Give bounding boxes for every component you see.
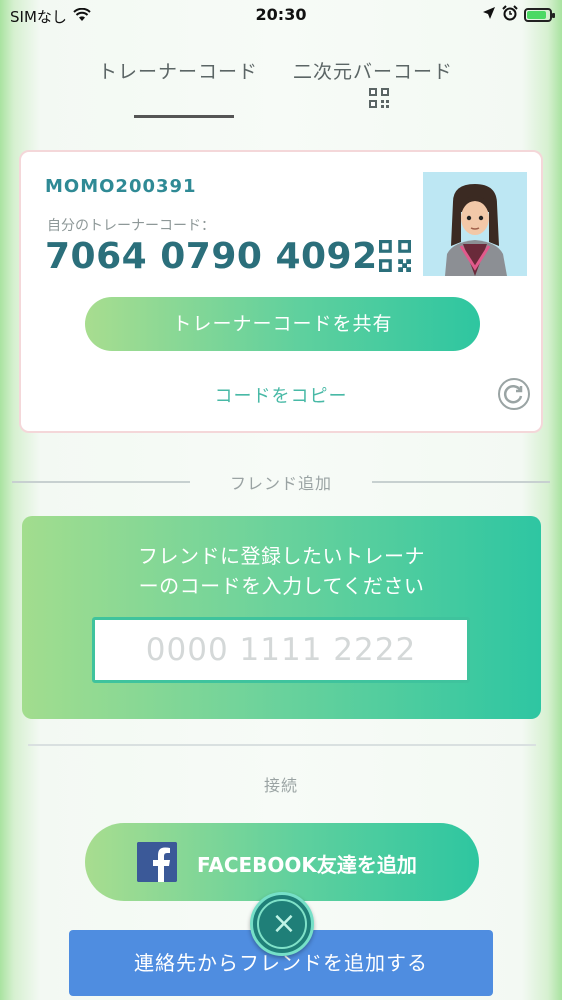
add-friend-prompt-line1: フレンドに登録したいトレーナ [138,544,425,568]
trainer-card: MOMO200391 自分のトレーナーコード： 7064 0790 4092 ト… [19,150,543,433]
trainer-avatar [423,172,527,276]
tab-trainer-code[interactable]: トレーナーコード [98,57,258,84]
trainer-code-label: 自分のトレーナーコード： [47,218,215,234]
add-facebook-friends-button[interactable]: FACEBOOK友達を追加 [85,823,479,901]
battery-icon [524,8,555,22]
connect-section-title: 接続 [263,776,298,795]
share-trainer-code-button[interactable]: トレーナーコードを共有 [85,297,480,351]
clock: 20:30 [255,5,307,24]
qr-code-icon[interactable] [379,240,411,276]
close-button[interactable]: × [250,892,314,956]
status-bar: SIMなし 20:30 [0,0,562,30]
alarm-clock-icon [502,5,518,25]
facebook-icon [137,842,177,882]
tab-qr-code[interactable]: 二次元バーコード [293,57,453,84]
add-friend-divider: フレンド追加 [0,468,562,493]
refresh-icon[interactable] [498,378,530,410]
add-friend-prompt-line2: ーのコードを入力してください [138,574,425,598]
active-tab-indicator [134,115,234,118]
section-separator [28,744,536,746]
trainer-username: MOMO200391 [45,176,197,197]
facebook-button-label: FACEBOOK友達を追加 [197,853,417,877]
add-friend-panel: フレンドに登録したいトレーナ ーのコードを入力してください [22,516,541,719]
add-friend-prompt: フレンドに登録したいトレーナ ーのコードを入力してください [22,541,541,601]
location-arrow-icon [482,6,496,24]
copy-code-link[interactable]: コードをコピー [21,382,541,408]
trainer-code-value: 7064 0790 4092 [45,236,378,277]
close-icon: × [271,906,297,941]
qr-code-icon [369,88,389,112]
battery-level [527,11,546,19]
friend-code-input[interactable] [92,617,470,683]
tab-bar: トレーナーコード 二次元バーコード [0,55,562,125]
divider-line [372,481,550,483]
